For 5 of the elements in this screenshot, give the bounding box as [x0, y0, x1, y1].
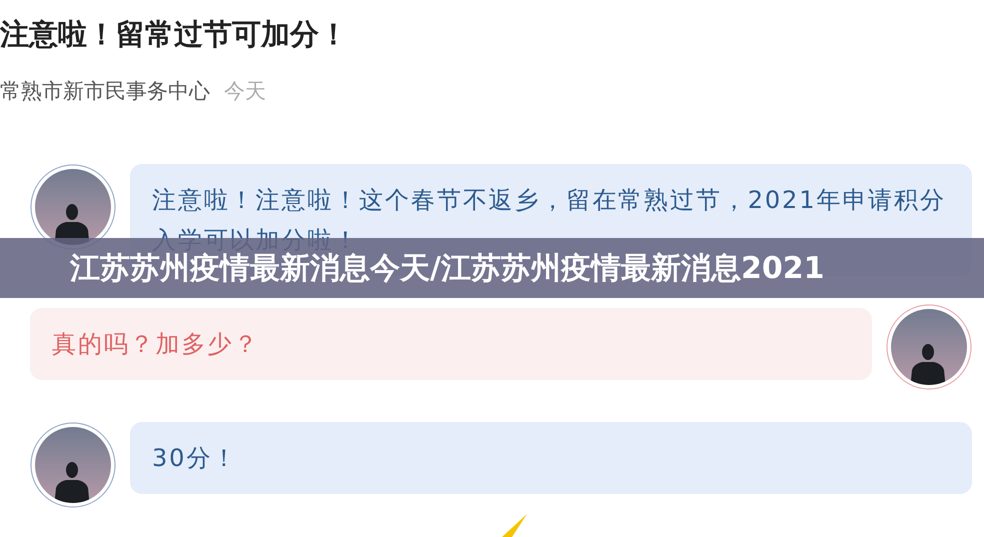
chat-bubble: 30分！: [130, 422, 972, 494]
post-time: 今天: [224, 78, 266, 105]
source-name: 常熟市新市民事务中心: [0, 78, 210, 105]
chat-bubble: 真的吗？加多少？: [30, 308, 872, 380]
article-title: 注意啦！留常过节可加分！: [0, 16, 349, 53]
